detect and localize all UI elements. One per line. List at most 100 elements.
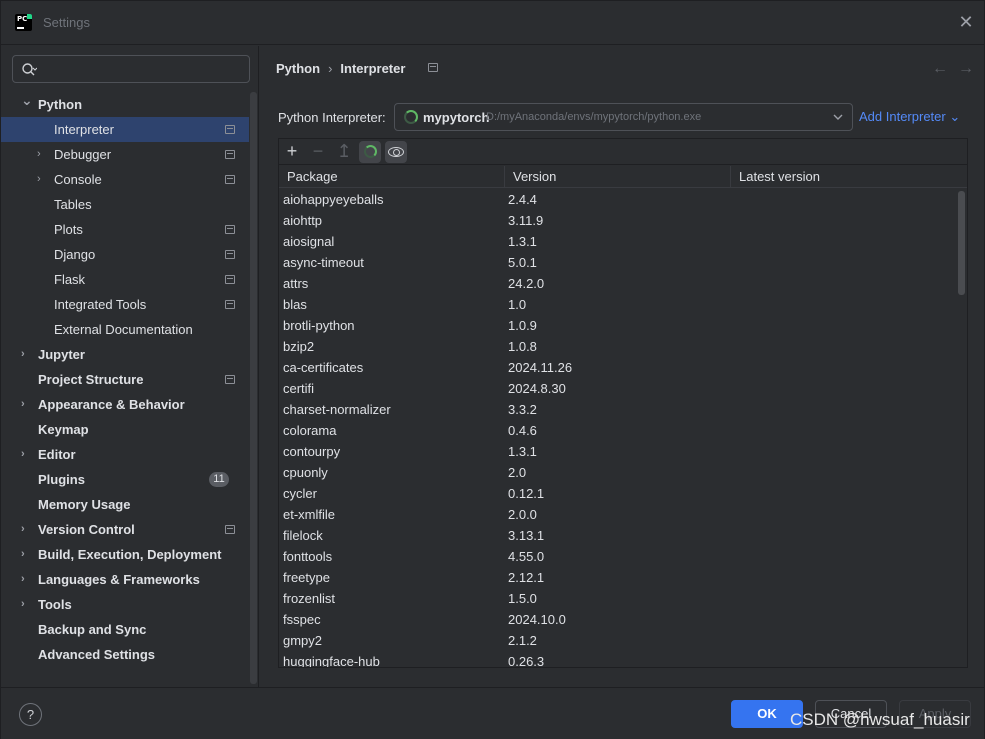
sidebar-item-label: External Documentation — [54, 322, 193, 337]
column-header-latest[interactable]: Latest version — [731, 166, 967, 188]
breadcrumb-parent[interactable]: Python — [276, 61, 320, 76]
chevron-right-icon[interactable]: › — [21, 592, 31, 617]
table-row[interactable]: certifi 2024.8.30 — [279, 378, 957, 399]
sidebar-item-editor[interactable]: › Editor — [1, 442, 249, 467]
sidebar-item-label: Tools — [38, 597, 72, 612]
cell-package: aiosignal — [283, 234, 335, 249]
cell-package: cpuonly — [283, 465, 328, 480]
project-scope-icon — [225, 175, 235, 184]
table-row[interactable]: frozenlist 1.5.0 — [279, 588, 957, 609]
chevron-down-icon[interactable]: ⌄ — [21, 88, 33, 113]
column-header-version[interactable]: Version — [505, 166, 731, 188]
sidebar-item-console[interactable]: › Console — [1, 167, 249, 192]
sidebar-item-jupyter[interactable]: › Jupyter — [1, 342, 249, 367]
sidebar-item-advanced-settings[interactable]: Advanced Settings — [1, 642, 249, 667]
help-button[interactable]: ? — [19, 703, 42, 726]
sidebar-item-label: Keymap — [38, 422, 89, 437]
sidebar-item-memory-usage[interactable]: Memory Usage — [1, 492, 249, 517]
table-scrollbar[interactable] — [958, 191, 965, 295]
table-row[interactable]: freetype 2.12.1 — [279, 567, 957, 588]
cell-version: 5.0.1 — [508, 255, 537, 270]
table-row[interactable]: et-xmlfile 2.0.0 — [279, 504, 957, 525]
sidebar-item-django[interactable]: Django — [1, 242, 249, 267]
table-row[interactable]: aiosignal 1.3.1 — [279, 231, 957, 252]
table-row[interactable]: bzip2 1.0.8 — [279, 336, 957, 357]
sidebar-item-interpreter[interactable]: Interpreter — [1, 117, 249, 142]
table-row[interactable]: aiohappyeyeballs 2.4.4 — [279, 189, 957, 210]
table-row[interactable]: aiohttp 3.11.9 — [279, 210, 957, 231]
sidebar-scrollbar[interactable] — [250, 92, 257, 684]
table-row[interactable]: filelock 3.13.1 — [279, 525, 957, 546]
sidebar-item-tools[interactable]: › Tools — [1, 592, 249, 617]
settings-dialog: PC Settings ✕ ⌄ Python Interpreter › Debugge… — [0, 0, 985, 739]
sidebar-item-version-control[interactable]: › Version Control — [1, 517, 249, 542]
sidebar-item-label: Build, Execution, Deployment — [38, 547, 222, 562]
upgrade-package-button[interactable]: ↥ — [333, 141, 355, 163]
sidebar-item-integrated-tools[interactable]: Integrated Tools — [1, 292, 249, 317]
column-header-package[interactable]: Package — [279, 166, 505, 188]
table-row[interactable]: fsspec 2024.10.0 — [279, 609, 957, 630]
add-package-button[interactable]: + — [281, 141, 303, 163]
watermark-text: CSDN @hwsuaf_huasir — [790, 710, 970, 729]
refresh-spinner-button[interactable] — [359, 141, 381, 163]
table-row[interactable]: blas 1.0 — [279, 294, 957, 315]
sidebar-item-keymap[interactable]: Keymap — [1, 417, 249, 442]
chevron-right-icon[interactable]: › — [21, 342, 31, 367]
back-arrow-icon[interactable]: ← — [932, 60, 948, 78]
table-row[interactable]: gmpy2 2.1.2 — [279, 630, 957, 651]
cell-version: 3.11.9 — [508, 213, 544, 228]
table-row[interactable]: colorama 0.4.6 — [279, 420, 957, 441]
close-icon[interactable]: ✕ — [958, 13, 974, 31]
sidebar-item-languages-frameworks[interactable]: › Languages & Frameworks — [1, 567, 249, 592]
sidebar-item-project-structure[interactable]: Project Structure — [1, 367, 249, 392]
chevron-right-icon[interactable]: › — [37, 167, 47, 192]
cell-package: aiohappyeyeballs — [283, 192, 384, 207]
packages-table: + − ↥ Package Version Latest version aio… — [278, 138, 968, 668]
table-row[interactable]: huggingface-hub 0.26.3 — [279, 651, 957, 667]
forward-arrow-icon[interactable]: → — [958, 60, 974, 78]
sidebar-item-plots[interactable]: Plots — [1, 217, 249, 242]
chevron-right-icon[interactable]: › — [21, 517, 31, 542]
add-interpreter-link[interactable]: Add Interpreter ⌄ — [859, 109, 960, 125]
packages-toolbar: + − ↥ — [279, 139, 967, 165]
chevron-right-icon[interactable]: › — [21, 392, 31, 417]
interpreter-select[interactable]: mypytorch D:/myAnaconda/envs/mypytorch/p… — [394, 103, 853, 131]
add-interpreter-chevron: ⌄ — [949, 109, 961, 124]
table-row[interactable]: brotli-python 1.0.9 — [279, 315, 957, 336]
table-row[interactable]: charset-normalizer 3.3.2 — [279, 399, 957, 420]
chevron-right-icon[interactable]: › — [21, 542, 31, 567]
sidebar-item-label: Tables — [54, 197, 92, 212]
table-body: aiohappyeyeballs 2.4.4 aiohttp 3.11.9 aiosig… — [279, 189, 957, 667]
cell-version: 1.0.8 — [508, 339, 537, 354]
table-row[interactable]: ca-certificates 2024.11.26 — [279, 357, 957, 378]
cell-package: filelock — [283, 528, 323, 543]
cell-version: 2024.8.30 — [508, 381, 566, 396]
table-row[interactable]: attrs 24.2.0 — [279, 273, 957, 294]
cell-package: async-timeout — [283, 255, 364, 270]
table-row[interactable]: async-timeout 5.0.1 — [279, 252, 957, 273]
cell-package: bzip2 — [283, 339, 315, 354]
chevron-right-icon[interactable]: › — [37, 142, 47, 167]
sidebar-item-python[interactable]: ⌄ Python — [1, 92, 249, 117]
sidebar-item-backup-and-sync[interactable]: Backup and Sync — [1, 617, 249, 642]
table-row[interactable]: contourpy 1.3.1 — [279, 441, 957, 462]
sidebar-item-build-execution-deployment[interactable]: › Build, Execution, Deployment — [1, 542, 249, 567]
sidebar-item-plugins[interactable]: Plugins 11 — [1, 467, 249, 492]
sidebar-item-label: Interpreter — [54, 122, 114, 137]
search-field[interactable] — [12, 55, 250, 83]
table-row[interactable]: cycler 0.12.1 — [279, 483, 957, 504]
show-early-releases-button[interactable] — [385, 141, 407, 163]
search-input[interactable] — [43, 60, 243, 78]
sidebar-item-debugger[interactable]: › Debugger — [1, 142, 249, 167]
sidebar-item-tables[interactable]: Tables — [1, 192, 249, 217]
chevron-right-icon[interactable]: › — [21, 567, 31, 592]
cell-package: gmpy2 — [283, 633, 323, 648]
table-row[interactable]: cpuonly 2.0 — [279, 462, 957, 483]
sidebar-item-flask[interactable]: Flask — [1, 267, 249, 292]
sidebar-item-external-documentation[interactable]: External Documentation — [1, 317, 249, 342]
cell-version: 2024.10.0 — [508, 612, 566, 627]
sidebar-item-appearance-behavior[interactable]: › Appearance & Behavior — [1, 392, 249, 417]
remove-package-button[interactable]: − — [307, 141, 329, 163]
table-row[interactable]: fonttools 4.55.0 — [279, 546, 957, 567]
chevron-right-icon[interactable]: › — [21, 442, 31, 467]
